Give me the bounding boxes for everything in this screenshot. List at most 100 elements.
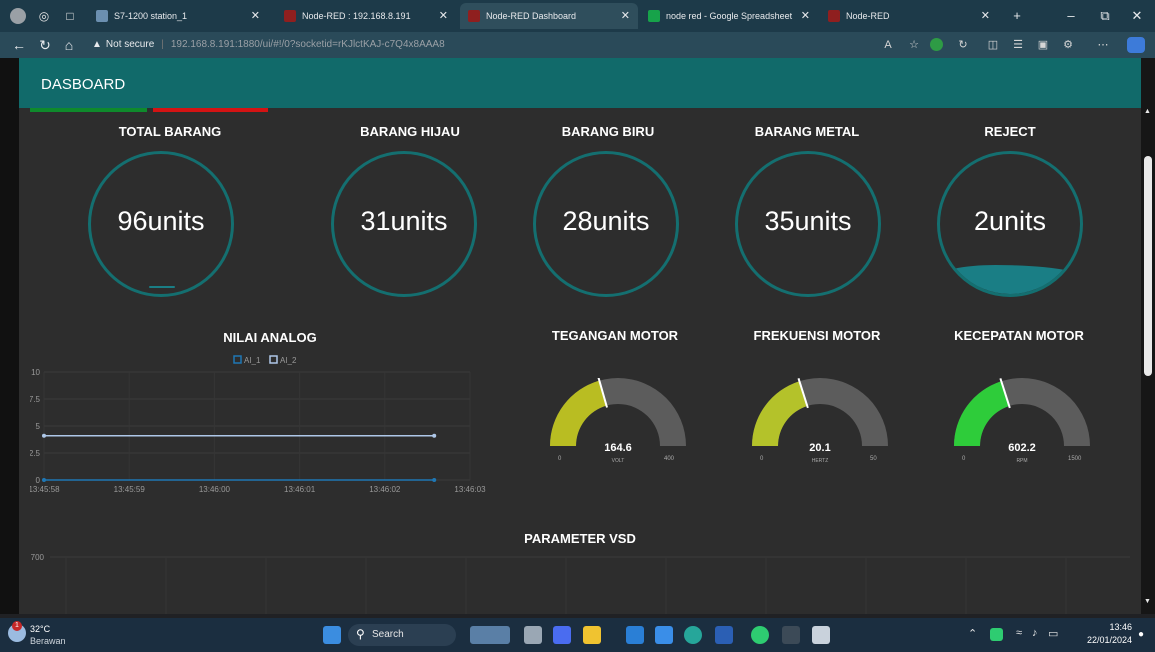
address-bar: ← ↻ ⌂ ▲ Not secure | 192.168.8.191:1880/ui/… — [0, 32, 1155, 58]
close-window-button[interactable]: ✕ — [1122, 0, 1152, 32]
legend-label: AI_1 — [244, 356, 261, 365]
workspaces-icon[interactable]: ◎ — [36, 8, 52, 24]
split-screen-icon[interactable]: ◫ — [985, 37, 1001, 53]
favorites-list-icon[interactable]: ☰ — [1010, 37, 1026, 53]
search-label: Search — [372, 629, 404, 640]
search-box[interactable]: ⚲ Search — [348, 624, 456, 646]
counter-total-barang: 96units — [88, 151, 234, 297]
maximize-button[interactable]: ⧉ — [1090, 0, 1120, 32]
vsd-line-chart: 700 — [31, 553, 1130, 614]
gauge-max: 400 — [664, 456, 675, 462]
app-icon[interactable] — [812, 626, 830, 644]
file-explorer-icon[interactable] — [583, 626, 601, 644]
dashboard-page: DASBOARD TOTAL BARANG 96units BARANG HIJ… — [0, 58, 1155, 614]
y-tick-label: 10 — [31, 368, 40, 377]
close-icon[interactable]: ✕ — [439, 3, 448, 29]
tab-actions-icon[interactable]: □ — [62, 8, 78, 24]
gauge-frekuensi: 20.1 HERTZ 0 50 — [740, 378, 900, 478]
back-icon[interactable]: ← — [10, 36, 28, 54]
close-icon[interactable]: ✕ — [801, 3, 810, 29]
scroll-thumb[interactable] — [1144, 156, 1152, 376]
minimize-button[interactable]: – — [1056, 0, 1086, 32]
edge-icon[interactable] — [684, 626, 702, 644]
battery-icon[interactable]: ▭ — [1048, 627, 1058, 640]
sync-icon[interactable]: ↻ — [955, 37, 971, 53]
meet-icon[interactable] — [553, 626, 571, 644]
dashboard-header: DASBOARD — [19, 58, 1141, 108]
store-icon[interactable] — [626, 626, 644, 644]
copilot-icon[interactable] — [1127, 37, 1145, 53]
analog-line-chart: 10 7.5 5 2.5 013:45:58 13:45:59 13:46:00 13:46:… — [30, 355, 486, 494]
page-scrollbar[interactable]: ▲ ▼ — [1141, 58, 1155, 614]
counter-value: 2units — [973, 206, 1047, 236]
new-tab-button[interactable]: + — [1002, 0, 1032, 32]
close-icon[interactable]: ✕ — [981, 3, 990, 29]
profile-icon[interactable] — [10, 8, 26, 24]
gauge-label: KECEPATAN MOTOR — [954, 328, 1084, 343]
tab-google-spreadsheet[interactable]: node red - Google Spreadsheet ✕ — [640, 3, 818, 29]
legend-label: AI_2 — [280, 356, 297, 365]
favorite-star-icon[interactable]: ☆ — [906, 37, 922, 53]
page-title: DASBOARD — [41, 76, 126, 93]
gauge-fill — [954, 381, 1010, 446]
chart-title: NILAI ANALOG — [223, 330, 317, 345]
notification-bell-icon[interactable]: ● — [1138, 629, 1144, 640]
clock-time[interactable]: 13:46 — [1076, 622, 1132, 632]
sheets-favicon — [648, 10, 660, 22]
tray-app-icon[interactable] — [990, 628, 1003, 641]
more-icon[interactable]: ⋯ — [1095, 37, 1111, 53]
extension-icon[interactable] — [930, 38, 943, 51]
counter-value: 35units — [764, 206, 852, 236]
start-button[interactable] — [323, 626, 341, 644]
gauge-value: 602.2 — [1008, 442, 1036, 454]
url-text: 192.168.8.191:1880/ui/#!/0?socketid=rKJl… — [170, 39, 445, 50]
close-icon[interactable]: ✕ — [621, 3, 630, 29]
counter-label: TOTAL BARANG — [118, 124, 222, 139]
wifi-icon[interactable]: ≈ — [1016, 627, 1022, 639]
read-aloud-icon[interactable]: A — [880, 37, 896, 53]
collections-icon[interactable]: ▣ — [1035, 37, 1051, 53]
url-field[interactable]: ▲ Not secure | 192.168.8.191:1880/ui/#!/0?s… — [92, 35, 852, 55]
fill-level — [149, 286, 175, 288]
data-point — [432, 478, 437, 482]
home-icon[interactable]: ⌂ — [60, 36, 78, 54]
counter-value: 28units — [562, 206, 650, 236]
x-tick-label: 13:46:01 — [284, 485, 316, 494]
gauge-fill — [550, 380, 607, 446]
tab-node-red-editor[interactable]: Node-RED : 192.168.8.191 ✕ — [276, 3, 456, 29]
y-tick-label: 700 — [31, 553, 45, 562]
volume-icon[interactable]: ♪ — [1032, 627, 1038, 639]
scroll-down-icon[interactable]: ▼ — [1144, 598, 1151, 605]
node-red-favicon — [284, 10, 296, 22]
gauge-value: 164.6 — [604, 442, 632, 454]
whatsapp-icon[interactable] — [751, 626, 769, 644]
settings-icon[interactable]: ⚙ — [1060, 37, 1076, 53]
green-button[interactable] — [30, 108, 147, 112]
tab-node-red[interactable]: Node-RED ✕ — [820, 3, 998, 29]
gauge-unit: HERTZ — [811, 458, 829, 464]
gauge-kecepatan: 602.2 RPM 0 1500 — [942, 378, 1102, 478]
word-icon[interactable] — [715, 626, 733, 644]
gauge-min: 0 — [760, 456, 764, 462]
tab-node-red-dashboard[interactable]: Node-RED Dashboard ✕ — [460, 3, 638, 29]
counter-reject: 2units — [937, 151, 1083, 297]
widget-icon[interactable] — [470, 626, 510, 644]
weather-text: Berawan — [30, 636, 66, 646]
gauge-label: TEGANGAN MOTOR — [551, 328, 679, 343]
tab-title: Node-RED Dashboard — [486, 11, 577, 21]
task-view-icon[interactable] — [524, 626, 542, 644]
not-secure-label: Not secure — [105, 39, 155, 50]
clock-date[interactable]: 22/01/2024 — [1072, 635, 1132, 645]
counter-label: BARANG HIJAU — [360, 124, 460, 139]
tab-s7-1200[interactable]: S7-1200 station_1 ✕ — [88, 3, 268, 29]
mail-icon[interactable] — [655, 626, 673, 644]
chevron-up-icon[interactable]: ⌃ — [968, 627, 977, 640]
terminal-icon[interactable] — [782, 626, 800, 644]
red-button[interactable] — [153, 108, 268, 112]
refresh-icon[interactable]: ↻ — [36, 36, 54, 54]
counter-label: REJECT — [984, 124, 1036, 139]
counter-barang-metal: 35units — [735, 151, 881, 297]
close-icon[interactable]: ✕ — [251, 3, 260, 29]
scroll-up-icon[interactable]: ▲ — [1144, 108, 1151, 115]
node-red-favicon — [828, 10, 840, 22]
